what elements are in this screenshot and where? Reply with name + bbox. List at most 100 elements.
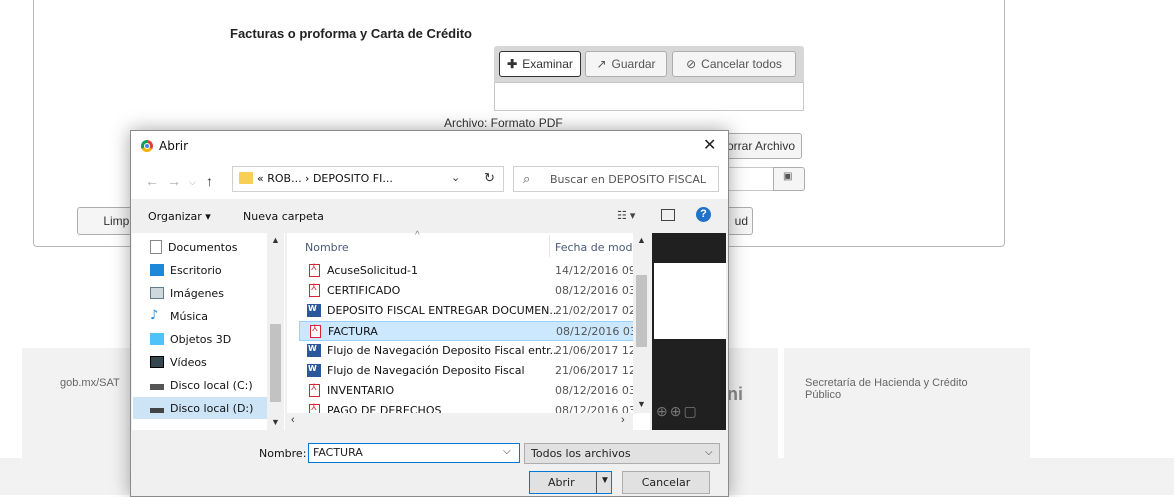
address-bar[interactable]: « ROB... › DEPOSITO FI... ⌄ ↻ <box>232 166 504 192</box>
search-placeholder: Buscar en DEPOSITO FISCAL <box>550 173 706 186</box>
word-file-icon <box>307 344 321 357</box>
cancelar-todos-button[interactable]: ⊘ Cancelar todos <box>672 51 796 77</box>
footer-gob-link[interactable]: gob.mx/SAT <box>60 377 120 389</box>
documents-icon <box>150 240 162 254</box>
guardar-button[interactable]: ↗ Guardar <box>585 51 667 77</box>
chevron-down-icon[interactable]: ⌄ <box>451 171 460 184</box>
nav-item-objetos-3d[interactable]: Objetos 3D <box>150 328 270 350</box>
borrar-archivo-button[interactable]: orrar Archivo <box>720 133 802 159</box>
column-header-date[interactable]: Fecha de mod <box>555 241 632 254</box>
nav-item-musica[interactable]: ♪ Música <box>150 305 270 327</box>
footer-logo: ni <box>727 384 743 404</box>
nueva-carpeta-button[interactable]: Nueva carpeta <box>243 210 324 223</box>
scroll-up-icon[interactable]: ▲ <box>637 235 646 245</box>
drive-icon <box>150 384 164 390</box>
nav-item-videos[interactable]: Vídeos <box>150 351 270 373</box>
file-drop-area[interactable] <box>494 82 804 111</box>
filename-input[interactable]: FACTURA ⌵ <box>308 443 520 463</box>
nav-scrollbar[interactable]: ▲ ▼ <box>267 233 284 430</box>
scroll-left-icon[interactable]: ‹ <box>291 414 295 426</box>
file-row[interactable]: INVENTARIO 08/12/2016 03: <box>299 381 643 401</box>
scroll-right-icon[interactable]: › <box>621 414 625 426</box>
view-options-icon[interactable]: ☷ ▾ <box>617 209 635 222</box>
scroll-up-icon[interactable]: ▲ <box>271 235 280 245</box>
pdf-file-icon <box>309 403 320 413</box>
preview-controls-icon[interactable]: ⊕⊕▢ <box>656 403 699 420</box>
split-divider <box>596 472 597 493</box>
file-row[interactable]: Flujo de Navegación Deposito Fiscal 21/0… <box>299 361 643 381</box>
chevron-down-icon[interactable]: ⌵ <box>705 447 713 458</box>
calendar-icon: ▣ <box>783 171 793 182</box>
nav-item-imagenes[interactable]: Imágenes <box>150 282 270 304</box>
chrome-icon <box>141 140 153 152</box>
back-arrow-icon[interactable]: ← <box>145 173 159 189</box>
search-icon: ⌕ <box>523 171 531 186</box>
pdf-file-icon <box>309 383 320 397</box>
file-row[interactable]: PAGO DE DERECHOS 08/12/2016 03: <box>299 401 643 413</box>
footer-right-block <box>784 348 1030 462</box>
chevron-down-icon[interactable]: ⌵ <box>503 446 511 457</box>
folder-icon <box>239 172 253 184</box>
examinar-button[interactable]: ✚ Examinar <box>499 51 581 77</box>
scroll-down-icon[interactable]: ▼ <box>271 417 280 427</box>
archivo-format-label: Archivo: Formato PDF <box>444 116 563 130</box>
column-header-name[interactable]: Nombre <box>305 241 349 254</box>
navigation-pane: Documentos Escritorio Imágenes ♪ Música … <box>132 233 285 430</box>
file-list-hscrollbar[interactable]: ‹ › <box>287 413 633 430</box>
search-input[interactable]: ⌕ Buscar en DEPOSITO FISCAL <box>513 166 719 192</box>
file-list-scroll-thumb[interactable] <box>636 275 647 347</box>
pdf-file-icon <box>309 263 320 277</box>
dialog-title: Abrir <box>159 139 189 153</box>
file-type-value: Todos los archivos <box>531 447 631 460</box>
nav-item-disco-d[interactable]: Disco local (D:) <box>133 397 269 419</box>
scroll-down-icon[interactable]: ▼ <box>637 399 646 409</box>
preview-pane-icon[interactable] <box>661 209 675 221</box>
refresh-icon[interactable]: ↻ <box>484 170 495 186</box>
abrir-label: Abrir <box>548 476 575 489</box>
dropdown-arrow-icon[interactable]: ▼ <box>600 475 610 486</box>
dialog-title-bar <box>131 131 728 161</box>
preview-pane: ⊕⊕▢ <box>652 233 726 430</box>
footer-shcp-text: Secretaría de Hacienda y Crédito Público <box>805 377 968 401</box>
filename-label: Nombre: <box>259 447 307 460</box>
file-list: Nombre ^ Fecha de mod AcuseSolicitud-1 1… <box>287 230 650 430</box>
nav-item-documentos[interactable]: Documentos <box>150 236 270 258</box>
pdf-file-icon <box>309 283 320 297</box>
help-icon[interactable]: ? <box>696 207 711 222</box>
drive-icon <box>150 408 164 413</box>
cancelar-button[interactable]: Cancelar <box>622 471 710 494</box>
file-row[interactable]: CERTIFICADO 08/12/2016 03: <box>299 281 643 301</box>
music-icon: ♪ <box>150 308 159 323</box>
file-row[interactable]: Flujo de Navegación Deposito Fiscal entr… <box>299 341 643 361</box>
recent-chevron-icon[interactable]: ⌵ <box>189 177 196 188</box>
abrir-button[interactable]: Abrir ▼ <box>529 471 612 494</box>
videos-icon <box>150 356 164 368</box>
command-bar <box>131 199 728 233</box>
desktop-icon <box>150 264 164 276</box>
file-row[interactable]: AcuseSolicitud-1 14/12/2016 09: <box>299 261 643 281</box>
word-file-icon <box>307 304 321 317</box>
calendar-button[interactable]: ▣ <box>773 167 805 191</box>
filename-value[interactable]: FACTURA <box>313 446 363 459</box>
close-icon[interactable]: ✕ <box>703 135 716 155</box>
upload-button-group: ✚ Examinar ↗ Guardar ⊘ Cancelar todos <box>494 46 804 82</box>
nav-item-disco-c[interactable]: Disco local (C:) <box>150 374 270 396</box>
up-arrow-icon[interactable]: ↑ <box>206 173 213 189</box>
file-type-select[interactable]: Todos los archivos ⌵ <box>524 443 720 464</box>
address-path[interactable]: « ROB... › DEPOSITO FI... <box>257 172 393 185</box>
nav-item-escritorio[interactable]: Escritorio <box>150 259 270 281</box>
forward-arrow-icon[interactable]: → <box>167 173 181 189</box>
sort-chevron-icon: ^ <box>415 230 420 241</box>
nav-scroll-thumb[interactable] <box>270 324 281 402</box>
objects-3d-icon <box>150 333 164 345</box>
file-list-vscrollbar[interactable]: ▲ ▼ <box>633 233 650 413</box>
pdf-file-icon <box>310 324 321 338</box>
pictures-icon <box>150 287 164 299</box>
cancel-icon: ⊘ <box>686 57 697 71</box>
plus-icon: ✚ <box>507 57 518 71</box>
limpiar-button[interactable]: Limpi <box>77 207 137 235</box>
column-separator[interactable] <box>549 235 550 257</box>
organizar-menu[interactable]: Organizar ▾ <box>148 210 211 223</box>
file-row[interactable]: DEPOSITO FISCAL ENTREGAR DOCUMEN... 21/0… <box>299 301 643 321</box>
file-row-selected[interactable]: FACTURA 08/12/2016 03: <box>299 321 643 341</box>
